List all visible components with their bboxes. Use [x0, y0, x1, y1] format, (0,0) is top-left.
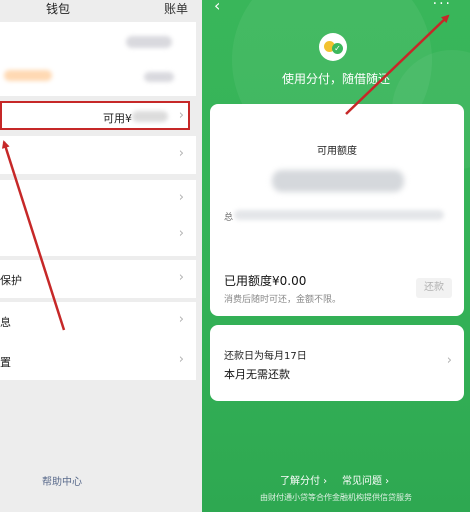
- credit-title: 可用额度: [317, 146, 357, 157]
- repayment-card[interactable]: 还款日为每月17日 本月无需还款 ›: [210, 325, 464, 401]
- chevron-right-icon: ›: [178, 352, 184, 367]
- blurred-promo: [4, 70, 52, 81]
- bill-link[interactable]: 账单: [164, 0, 188, 17]
- chevron-right-icon: ›: [178, 146, 184, 161]
- chevron-right-icon: ›: [178, 312, 184, 327]
- fenfu-entry-highlighted[interactable]: 可用¥ ›: [0, 101, 190, 130]
- chevron-right-icon: ›: [446, 353, 452, 368]
- wallet-row-1[interactable]: ›: [0, 136, 196, 174]
- wallet-group-info: 息 › 置 ›: [0, 302, 196, 380]
- repayment-day: 还款日为每月17日: [224, 351, 307, 362]
- credit-card: 可用额度 总 已用额度¥0.00 消费后随时可还，金额不限。 还款: [210, 104, 464, 316]
- back-icon[interactable]: ‹: [214, 0, 220, 15]
- check-icon: ✓: [332, 43, 343, 54]
- blurred-balance: [126, 36, 172, 48]
- wallet-row-3[interactable]: ›: [0, 218, 196, 256]
- chevron-right-icon: ›: [178, 226, 184, 241]
- fenfu-logo-icon: ✓: [319, 33, 347, 61]
- blurred-credit-amount: [272, 170, 404, 192]
- footer-disclaimer: 由财付通小贷等合作金融机构提供信贷服务: [260, 493, 412, 502]
- wallet-screen: 钱包 账单 可用¥ › › › › 保护 › 息 › 置 › 帮助中心: [0, 0, 202, 512]
- used-credit: 已用额度¥0.00: [224, 274, 307, 288]
- wallet-group-2: › ›: [0, 180, 196, 256]
- wallet-row-protection[interactable]: 保护 ›: [0, 260, 196, 298]
- wallet-row-2[interactable]: ›: [0, 180, 196, 218]
- more-options-icon[interactable]: ···: [433, 0, 452, 12]
- blurred-total-line: [234, 210, 444, 220]
- blurred-available-amount: [132, 111, 168, 122]
- total-limit-label: 总: [224, 213, 234, 223]
- learn-fenfu-link[interactable]: 了解分付 ›: [280, 472, 327, 487]
- wallet-row-settings[interactable]: 置 ›: [0, 342, 196, 380]
- slogan: 使用分付，随借随还: [281, 72, 390, 86]
- wallet-balance-card: [0, 22, 196, 96]
- chevron-right-icon: ›: [178, 270, 184, 285]
- faq-link[interactable]: 常见问题 ›: [342, 472, 389, 487]
- repayment-status: 本月无需还款: [224, 368, 290, 381]
- fenfu-screen: ‹ ··· ✓ 使用分付，随借随还 可用额度 总 已用额度¥0.00 消费后随时…: [202, 0, 470, 512]
- repay-button[interactable]: 还款: [416, 278, 452, 298]
- chevron-right-icon: ›: [178, 108, 184, 123]
- available-credit-label: 可用¥: [103, 112, 132, 125]
- wallet-header: 钱包 账单: [0, 0, 202, 22]
- chevron-right-icon: ›: [178, 190, 184, 205]
- blurred-amount: [144, 72, 174, 82]
- help-center-link[interactable]: 帮助中心: [42, 473, 82, 488]
- wallet-title: 钱包: [46, 2, 71, 16]
- wallet-row-info[interactable]: 息 ›: [0, 302, 196, 340]
- used-credit-note: 消费后随时可还，金额不限。: [224, 295, 342, 305]
